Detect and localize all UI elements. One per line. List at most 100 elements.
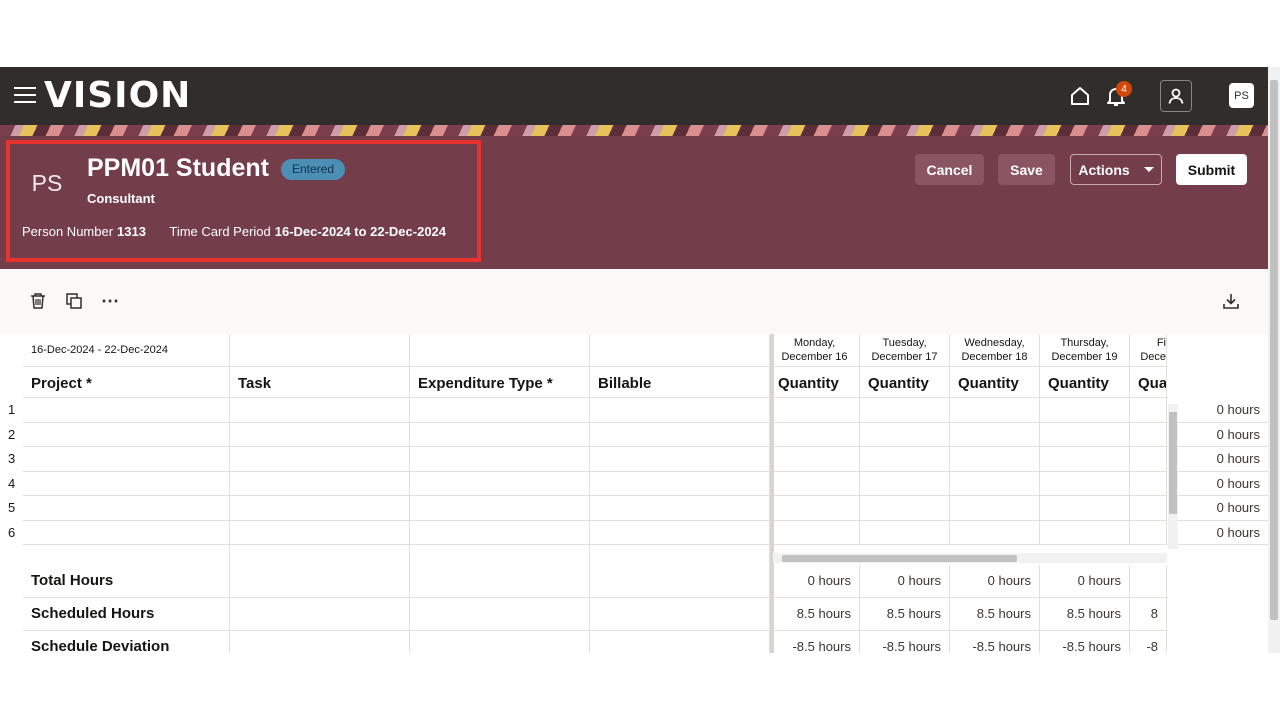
table-cell[interactable] bbox=[950, 496, 1040, 521]
duplicate-icon[interactable] bbox=[64, 291, 84, 311]
row-number: 6 bbox=[8, 524, 16, 540]
download-icon[interactable] bbox=[1221, 291, 1241, 311]
quantity-column-header[interactable]: Quantity bbox=[1040, 367, 1130, 398]
table-cell[interactable] bbox=[860, 520, 950, 545]
table-cell[interactable] bbox=[590, 422, 770, 447]
summary-hours-cell: 8.5 hours bbox=[950, 598, 1040, 631]
day-date: December 16 bbox=[781, 351, 848, 363]
table-cell[interactable] bbox=[770, 398, 860, 423]
table-cell[interactable] bbox=[1040, 496, 1130, 521]
table-cell[interactable] bbox=[590, 520, 770, 545]
user-avatar[interactable]: PS bbox=[1229, 83, 1254, 108]
table-cell[interactable] bbox=[590, 496, 770, 521]
table-cell[interactable] bbox=[950, 520, 1040, 545]
quantity-column-header[interactable]: Quantity bbox=[860, 367, 950, 398]
table-cell[interactable] bbox=[410, 520, 590, 545]
table-cell[interactable] bbox=[590, 471, 770, 496]
table-cell[interactable] bbox=[1130, 422, 1167, 447]
table-cell[interactable] bbox=[410, 496, 590, 521]
row-total-hours: 0 hours bbox=[1178, 447, 1268, 472]
submit-button[interactable]: Submit bbox=[1176, 154, 1247, 185]
table-cell[interactable] bbox=[1130, 447, 1167, 472]
delete-icon[interactable] bbox=[28, 291, 48, 311]
table-cell[interactable] bbox=[590, 447, 770, 472]
table-cell[interactable] bbox=[23, 471, 230, 496]
table-cell[interactable] bbox=[230, 447, 410, 472]
page-scrollbar-thumb[interactable] bbox=[1270, 80, 1278, 620]
table-cell[interactable] bbox=[23, 422, 230, 447]
table-cell[interactable] bbox=[230, 496, 410, 521]
vision-logo[interactable]: VISION bbox=[44, 76, 191, 116]
table-cell[interactable] bbox=[1040, 398, 1130, 423]
horizontal-scrollbar-thumb[interactable] bbox=[782, 555, 1017, 562]
table-cell[interactable] bbox=[410, 398, 590, 423]
user-icon[interactable] bbox=[1160, 80, 1192, 112]
table-cell[interactable] bbox=[410, 471, 590, 496]
job-title: Consultant bbox=[87, 191, 155, 206]
save-button[interactable]: Save bbox=[998, 154, 1055, 185]
table-cell[interactable] bbox=[860, 496, 950, 521]
more-icon[interactable]: ⋯ bbox=[100, 291, 120, 311]
table-cell[interactable] bbox=[1040, 422, 1130, 447]
cancel-button[interactable]: Cancel bbox=[915, 154, 984, 185]
table-cell[interactable] bbox=[590, 398, 770, 423]
table-cell[interactable] bbox=[23, 520, 230, 545]
table-cell[interactable] bbox=[23, 496, 230, 521]
summary-hours-cell: -8.5 hours bbox=[1040, 631, 1130, 653]
table-cell[interactable] bbox=[410, 422, 590, 447]
table-cell[interactable] bbox=[1130, 471, 1167, 496]
table-row-partial[interactable] bbox=[23, 545, 230, 565]
table-row-partial[interactable] bbox=[410, 545, 590, 565]
summary-spacer bbox=[230, 598, 410, 631]
vertical-scrollbar-thumb[interactable] bbox=[1169, 412, 1177, 514]
table-cell[interactable] bbox=[230, 471, 410, 496]
table-cell[interactable] bbox=[860, 422, 950, 447]
time-card-app: VISION 4 PS PS PPM01 Student Entered Con… bbox=[0, 67, 1268, 653]
table-cell[interactable] bbox=[950, 422, 1040, 447]
table-cell[interactable] bbox=[860, 398, 950, 423]
table-cell[interactable] bbox=[1130, 520, 1167, 545]
summary-hours-cell: 8.5 hours bbox=[770, 598, 860, 631]
task-column-header[interactable]: Task bbox=[230, 367, 410, 398]
table-cell[interactable] bbox=[1040, 471, 1130, 496]
table-cell[interactable] bbox=[230, 398, 410, 423]
table-cell[interactable] bbox=[230, 422, 410, 447]
table-cell[interactable] bbox=[860, 471, 950, 496]
day-date: December 17 bbox=[871, 351, 938, 363]
table-cell[interactable] bbox=[770, 447, 860, 472]
table-cell[interactable] bbox=[1130, 496, 1167, 521]
table-cell[interactable] bbox=[950, 471, 1040, 496]
table-cell[interactable] bbox=[1130, 398, 1167, 423]
table-cell[interactable] bbox=[950, 447, 1040, 472]
table-row-partial[interactable] bbox=[230, 545, 410, 565]
day-date: December 19 bbox=[1051, 351, 1118, 363]
time-card-header: PS PPM01 Student Entered Consultant Pers… bbox=[0, 136, 1268, 269]
table-cell[interactable] bbox=[23, 447, 230, 472]
table-cell[interactable] bbox=[860, 447, 950, 472]
home-icon[interactable] bbox=[1066, 82, 1094, 110]
table-cell[interactable] bbox=[770, 496, 860, 521]
table-cell[interactable] bbox=[770, 471, 860, 496]
row-number: 2 bbox=[8, 426, 16, 442]
project-column-header[interactable]: Project * bbox=[23, 367, 230, 398]
table-cell[interactable] bbox=[230, 520, 410, 545]
table-cell[interactable] bbox=[950, 398, 1040, 423]
notification-count-badge: 4 bbox=[1116, 81, 1132, 97]
table-cell[interactable] bbox=[23, 398, 230, 423]
person-number-value: 1313 bbox=[117, 224, 146, 239]
table-cell[interactable] bbox=[410, 447, 590, 472]
menu-icon[interactable] bbox=[14, 87, 36, 105]
quantity-column-header[interactable]: Qua bbox=[1130, 367, 1167, 398]
expenditure-type-column-header[interactable]: Expenditure Type * bbox=[410, 367, 590, 398]
quantity-column-header[interactable]: Quantity bbox=[770, 367, 860, 398]
quantity-column-header[interactable]: Quantity bbox=[950, 367, 1040, 398]
day-header-thursday: Thursday, December 19 bbox=[1040, 334, 1130, 367]
billable-column-header[interactable]: Billable bbox=[590, 367, 770, 398]
table-cell[interactable] bbox=[1040, 447, 1130, 472]
table-row-partial[interactable] bbox=[590, 545, 770, 565]
row-number: 3 bbox=[8, 451, 16, 466]
table-cell[interactable] bbox=[770, 422, 860, 447]
table-cell[interactable] bbox=[770, 520, 860, 545]
table-cell[interactable] bbox=[1040, 520, 1130, 545]
actions-button[interactable]: Actions bbox=[1070, 154, 1162, 185]
